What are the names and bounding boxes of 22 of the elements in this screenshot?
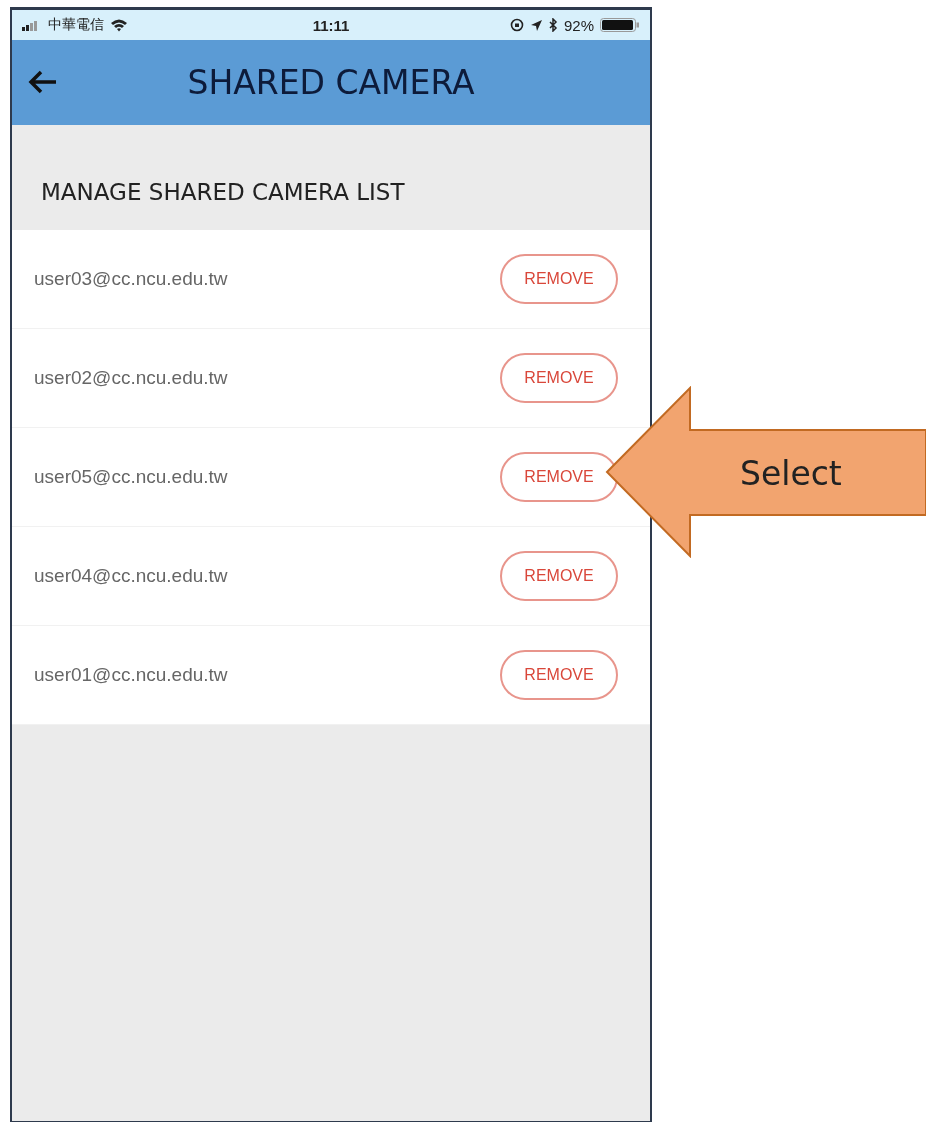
- bluetooth-icon: [548, 18, 558, 32]
- user-email: user01@cc.ncu.edu.tw: [34, 664, 228, 686]
- location-icon: [529, 18, 543, 32]
- battery-icon: [600, 18, 640, 32]
- callout-label: Select: [740, 454, 842, 493]
- remove-button[interactable]: REMOVE: [500, 452, 618, 502]
- wifi-icon: [110, 18, 128, 32]
- section-title: MANAGE SHARED CAMERA LIST: [41, 178, 405, 205]
- remove-button[interactable]: REMOVE: [500, 353, 618, 403]
- back-arrow-icon[interactable]: [28, 70, 58, 94]
- battery-percent: 92%: [563, 16, 594, 34]
- carrier-name: 中華電信: [48, 16, 104, 34]
- user-email: user05@cc.ncu.edu.tw: [34, 466, 228, 488]
- screen-title: SHARED CAMERA: [187, 63, 475, 102]
- user-email: user02@cc.ncu.edu.tw: [34, 367, 228, 389]
- remove-button[interactable]: REMOVE: [500, 551, 618, 601]
- rotation-lock-icon: [509, 18, 524, 32]
- user-email: user03@cc.ncu.edu.tw: [34, 268, 228, 290]
- remove-button[interactable]: REMOVE: [500, 650, 618, 700]
- user-email: user04@cc.ncu.edu.tw: [34, 565, 228, 587]
- remove-button[interactable]: REMOVE: [500, 254, 618, 304]
- clock-time: 11:11: [312, 16, 350, 34]
